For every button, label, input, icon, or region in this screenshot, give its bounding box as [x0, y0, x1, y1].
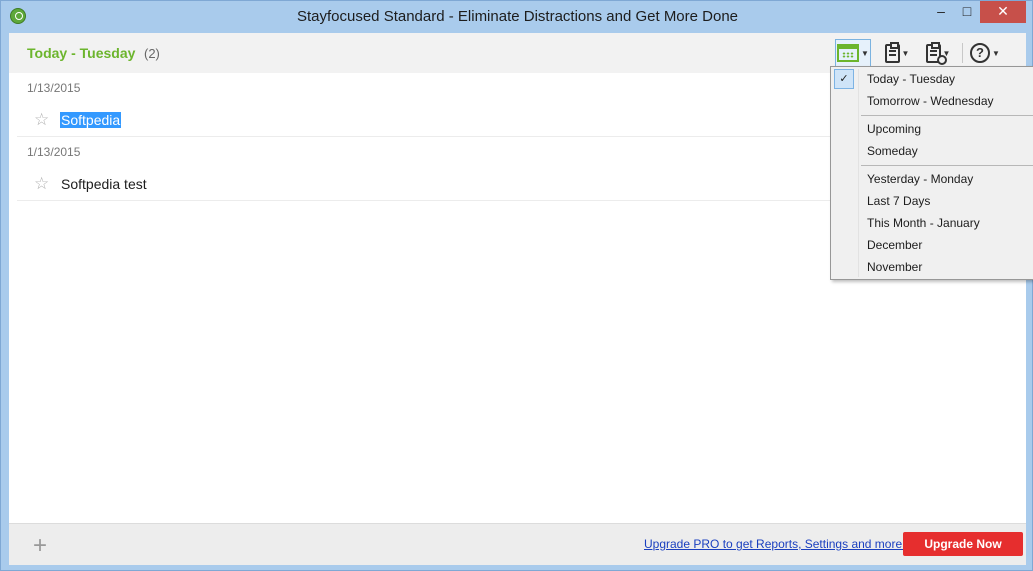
history-button[interactable]: ▼	[919, 39, 957, 67]
minimize-button[interactable]: –	[928, 1, 954, 23]
star-icon[interactable]: ☆	[34, 110, 54, 130]
window-title: Stayfocused Standard - Eliminate Distrac…	[296, 8, 739, 25]
help-icon: ?	[970, 43, 991, 63]
title-bar[interactable]: Stayfocused Standard - Eliminate Distrac…	[1, 1, 1032, 33]
menu-separator	[861, 115, 1033, 116]
menu-separator	[861, 165, 1033, 166]
upgrade-pro-link[interactable]: Upgrade PRO to get Reports, Settings and…	[644, 537, 905, 551]
menu-item-label: Yesterday - Monday	[867, 172, 974, 186]
add-task-button[interactable]: +	[33, 532, 47, 560]
chevron-down-icon: ▼	[861, 48, 869, 58]
menu-item-last-7-days[interactable]: Last 7 Days	[833, 190, 1031, 212]
clipboard-clock-icon	[925, 41, 947, 65]
view-title: Today - Tuesday	[27, 45, 136, 61]
close-button[interactable]: ✕	[980, 1, 1026, 23]
menu-item-label: Last 7 Days	[867, 194, 931, 208]
calendar-icon	[837, 44, 860, 62]
menu-item-label: December	[867, 238, 923, 252]
menu-item-today[interactable]: ✓ Today - Tuesday	[833, 68, 1031, 90]
clipboard-list-icon	[884, 41, 900, 63]
menu-item-november[interactable]: November	[833, 256, 1031, 278]
upgrade-now-button[interactable]: Upgrade Now	[903, 532, 1023, 556]
clock-icon	[936, 54, 947, 65]
app-window: Stayfocused Standard - Eliminate Distrac…	[0, 0, 1033, 571]
menu-item-label: November	[867, 260, 923, 274]
menu-item-label: This Month - January	[867, 216, 980, 230]
help-button[interactable]: ? ▼	[967, 39, 1003, 67]
menu-item-someday[interactable]: Someday	[833, 140, 1031, 162]
chevron-down-icon: ▼	[901, 48, 910, 58]
toolbar-divider	[962, 43, 963, 63]
chevron-down-icon: ▼	[992, 48, 1000, 58]
view-dropdown-menu: ✓ Today - Tuesday Tomorrow - Wednesday U…	[830, 66, 1033, 280]
menu-item-december[interactable]: December	[833, 234, 1031, 256]
menu-item-label: Upcoming	[867, 122, 922, 136]
menu-item-upcoming[interactable]: Upcoming	[833, 118, 1031, 140]
check-icon: ✓	[834, 69, 854, 89]
calendar-view-button[interactable]: ▼	[835, 39, 871, 67]
menu-item-label: Today - Tuesday	[867, 72, 956, 86]
task-count: (2)	[144, 46, 160, 61]
task-list-button[interactable]: ▼	[881, 39, 913, 67]
menu-item-label: Someday	[867, 144, 918, 158]
task-text[interactable]: Softpedia	[60, 111, 122, 128]
maximize-button[interactable]: □	[954, 1, 980, 23]
footer-bar: + Upgrade PRO to get Reports, Settings a…	[9, 523, 1026, 565]
task-text[interactable]: Softpedia test	[60, 176, 148, 192]
menu-item-label: Tomorrow - Wednesday	[867, 94, 994, 108]
menu-item-tomorrow[interactable]: Tomorrow - Wednesday	[833, 90, 1031, 112]
menu-item-this-month[interactable]: This Month - January	[833, 212, 1031, 234]
menu-item-yesterday[interactable]: Yesterday - Monday	[833, 168, 1031, 190]
star-icon[interactable]: ☆	[34, 174, 54, 194]
